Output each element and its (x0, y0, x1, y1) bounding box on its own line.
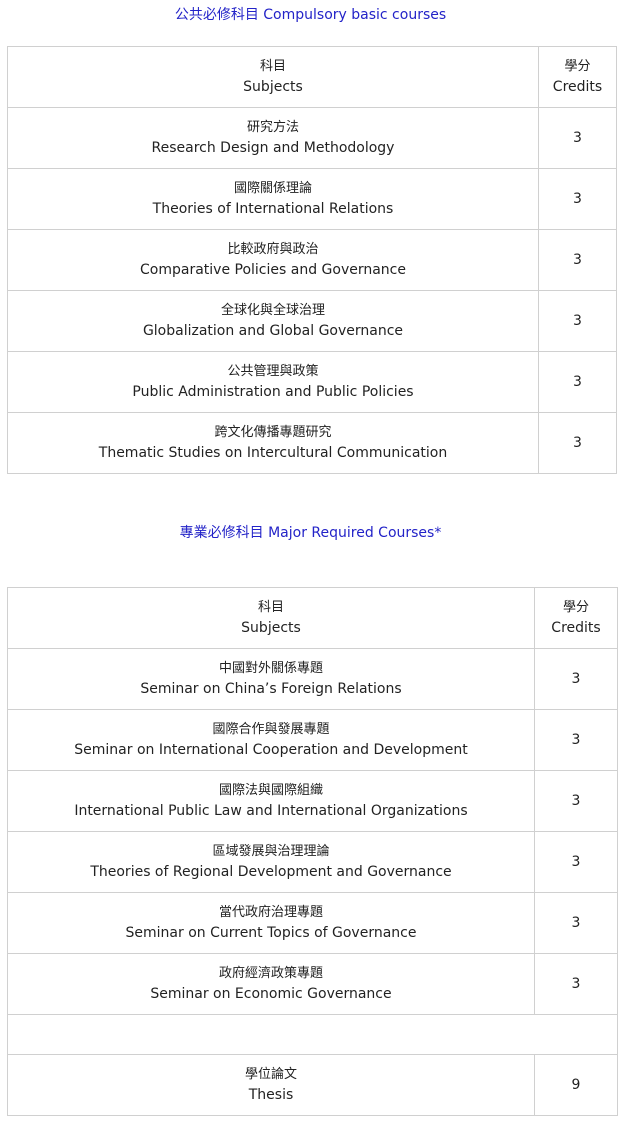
subject-header-zh: 科目 (259, 59, 286, 74)
credit-header-cell: 學分 Credits (538, 46, 617, 108)
credit-cell: 3 (538, 168, 617, 230)
table-row: 全球化與全球治理 Globalization and Global Govern… (7, 290, 617, 352)
table-row: 比較政府與政治 Comparative Policies and Governa… (7, 229, 617, 291)
subject-cell: 全球化與全球治理 Globalization and Global Govern… (7, 290, 539, 352)
subject-name-zh: 國際合作與發展專題 (212, 722, 330, 737)
subject-name-zh: 國際法與國際組織 (218, 783, 323, 798)
subject-name-en: Globalization and Global Governance (142, 323, 404, 339)
subject-cell: 跨文化傳播專題研究 Thematic Studies on Intercultu… (7, 412, 539, 474)
subject-cell: 區域發展與治理理論 Theories of Regional Developme… (7, 831, 535, 893)
credit-cell: 3 (534, 648, 618, 710)
subject-name-en: Research Design and Methodology (151, 140, 395, 156)
credit-cell: 3 (538, 229, 617, 291)
subject-name-en: Public Administration and Public Policie… (132, 384, 414, 400)
credit-cell: 3 (534, 953, 618, 1015)
major-courses-table: 科目 Subjects 學分 Credits 中國對外關係專題 Seminar … (7, 587, 618, 1116)
subject-name-zh: 當代政府治理專題 (218, 905, 323, 920)
credit-cell: 3 (538, 412, 617, 474)
subject-name-zh: 政府經濟政策專題 (218, 966, 323, 981)
table-row: 國際法與國際組織 International Public Law and In… (7, 770, 618, 832)
table-row: 中國對外關係專題 Seminar on China’s Foreign Rela… (7, 648, 618, 710)
compulsory-courses-table: 科目 Subjects 學分 Credits 研究方法 Research Des… (7, 46, 617, 474)
subject-cell: 國際關係理論 Theories of International Relatio… (7, 168, 539, 230)
credit-header-zh: 學分 (562, 600, 589, 615)
subject-cell: 當代政府治理專題 Seminar on Current Topics of Go… (7, 892, 535, 954)
subject-header-cell: 科目 Subjects (7, 46, 539, 108)
subject-name-en: Seminar on China’s Foreign Relations (140, 681, 402, 697)
credit-cell: 3 (534, 892, 618, 954)
subject-name-zh: 研究方法 (246, 120, 299, 135)
credit-header-en: Credits (551, 620, 601, 636)
credit-header-cell: 學分 Credits (534, 587, 618, 649)
subject-name-en: Comparative Policies and Governance (140, 262, 406, 278)
subject-name-zh: 公共管理與政策 (227, 364, 319, 379)
table-row: 公共管理與政策 Public Administration and Public… (7, 351, 617, 413)
table-row: 當代政府治理專題 Seminar on Current Topics of Go… (7, 892, 618, 954)
empty-row (7, 1014, 618, 1055)
table-row: 跨文化傳播專題研究 Thematic Studies on Intercultu… (7, 412, 617, 474)
subject-cell: 政府經濟政策專題 Seminar on Economic Governance (7, 953, 535, 1015)
subject-name-zh: 國際關係理論 (233, 181, 312, 196)
subject-cell: 研究方法 Research Design and Methodology (7, 107, 539, 169)
subject-name-en: Seminar on Current Topics of Governance (125, 925, 417, 941)
subject-header-zh: 科目 (257, 600, 284, 615)
subject-name-en: Thematic Studies on Intercultural Commun… (98, 445, 448, 461)
credit-cell: 3 (538, 107, 617, 169)
subject-cell: 中國對外關係專題 Seminar on China’s Foreign Rela… (7, 648, 535, 710)
subject-name-zh: 中國對外關係專題 (218, 661, 323, 676)
subject-name-zh: 全球化與全球治理 (220, 303, 325, 318)
subject-name-zh: 學位論文 (244, 1067, 297, 1082)
table-row: 國際關係理論 Theories of International Relatio… (7, 168, 617, 230)
subject-name-en: International Public Law and Internation… (74, 803, 468, 819)
subject-name-zh: 跨文化傳播專題研究 (214, 425, 332, 440)
compulsory-section-title: 公共必修科目 Compulsory basic courses (174, 7, 447, 23)
credit-cell: 3 (538, 290, 617, 352)
table-header-row: 科目 Subjects 學分 Credits (7, 46, 617, 108)
subject-cell: 公共管理與政策 Public Administration and Public… (7, 351, 539, 413)
subject-cell: 國際法與國際組織 International Public Law and In… (7, 770, 535, 832)
table-row: 研究方法 Research Design and Methodology 3 (7, 107, 617, 169)
subject-name-en: Seminar on International Cooperation and… (74, 742, 468, 758)
empty-cell (7, 1014, 618, 1055)
subject-header-en: Subjects (241, 620, 301, 636)
thesis-row: 學位論文 Thesis 9 (7, 1054, 618, 1116)
subject-name-zh: 比較政府與政治 (227, 242, 319, 257)
subject-name-en: Thesis (248, 1087, 294, 1103)
subject-name-en: Theories of Regional Development and Gov… (90, 864, 452, 880)
subject-header-cell: 科目 Subjects (7, 587, 535, 649)
table-row: 國際合作與發展專題 Seminar on International Coope… (7, 709, 618, 771)
credit-header-en: Credits (552, 79, 603, 95)
subject-cell: 學位論文 Thesis (7, 1054, 535, 1116)
subject-name-zh: 區域發展與治理理論 (212, 844, 330, 859)
subject-cell: 國際合作與發展專題 Seminar on International Coope… (7, 709, 535, 771)
credit-cell: 3 (534, 709, 618, 771)
credit-cell: 3 (538, 351, 617, 413)
subject-header-en: Subjects (243, 79, 303, 95)
subject-name-en: Seminar on Economic Governance (150, 986, 392, 1002)
credit-cell: 3 (534, 770, 618, 832)
credit-cell: 3 (534, 831, 618, 893)
subject-name-en: Theories of International Relations (152, 201, 394, 217)
table-row: 政府經濟政策專題 Seminar on Economic Governance … (7, 953, 618, 1015)
table-row: 區域發展與治理理論 Theories of Regional Developme… (7, 831, 618, 893)
major-section-title: 專業必修科目 Major Required Courses* (179, 525, 442, 541)
subject-cell: 比較政府與政治 Comparative Policies and Governa… (7, 229, 539, 291)
credit-header-zh: 學分 (564, 59, 591, 74)
credit-cell: 9 (534, 1054, 618, 1116)
table-header-row: 科目 Subjects 學分 Credits (7, 587, 618, 649)
